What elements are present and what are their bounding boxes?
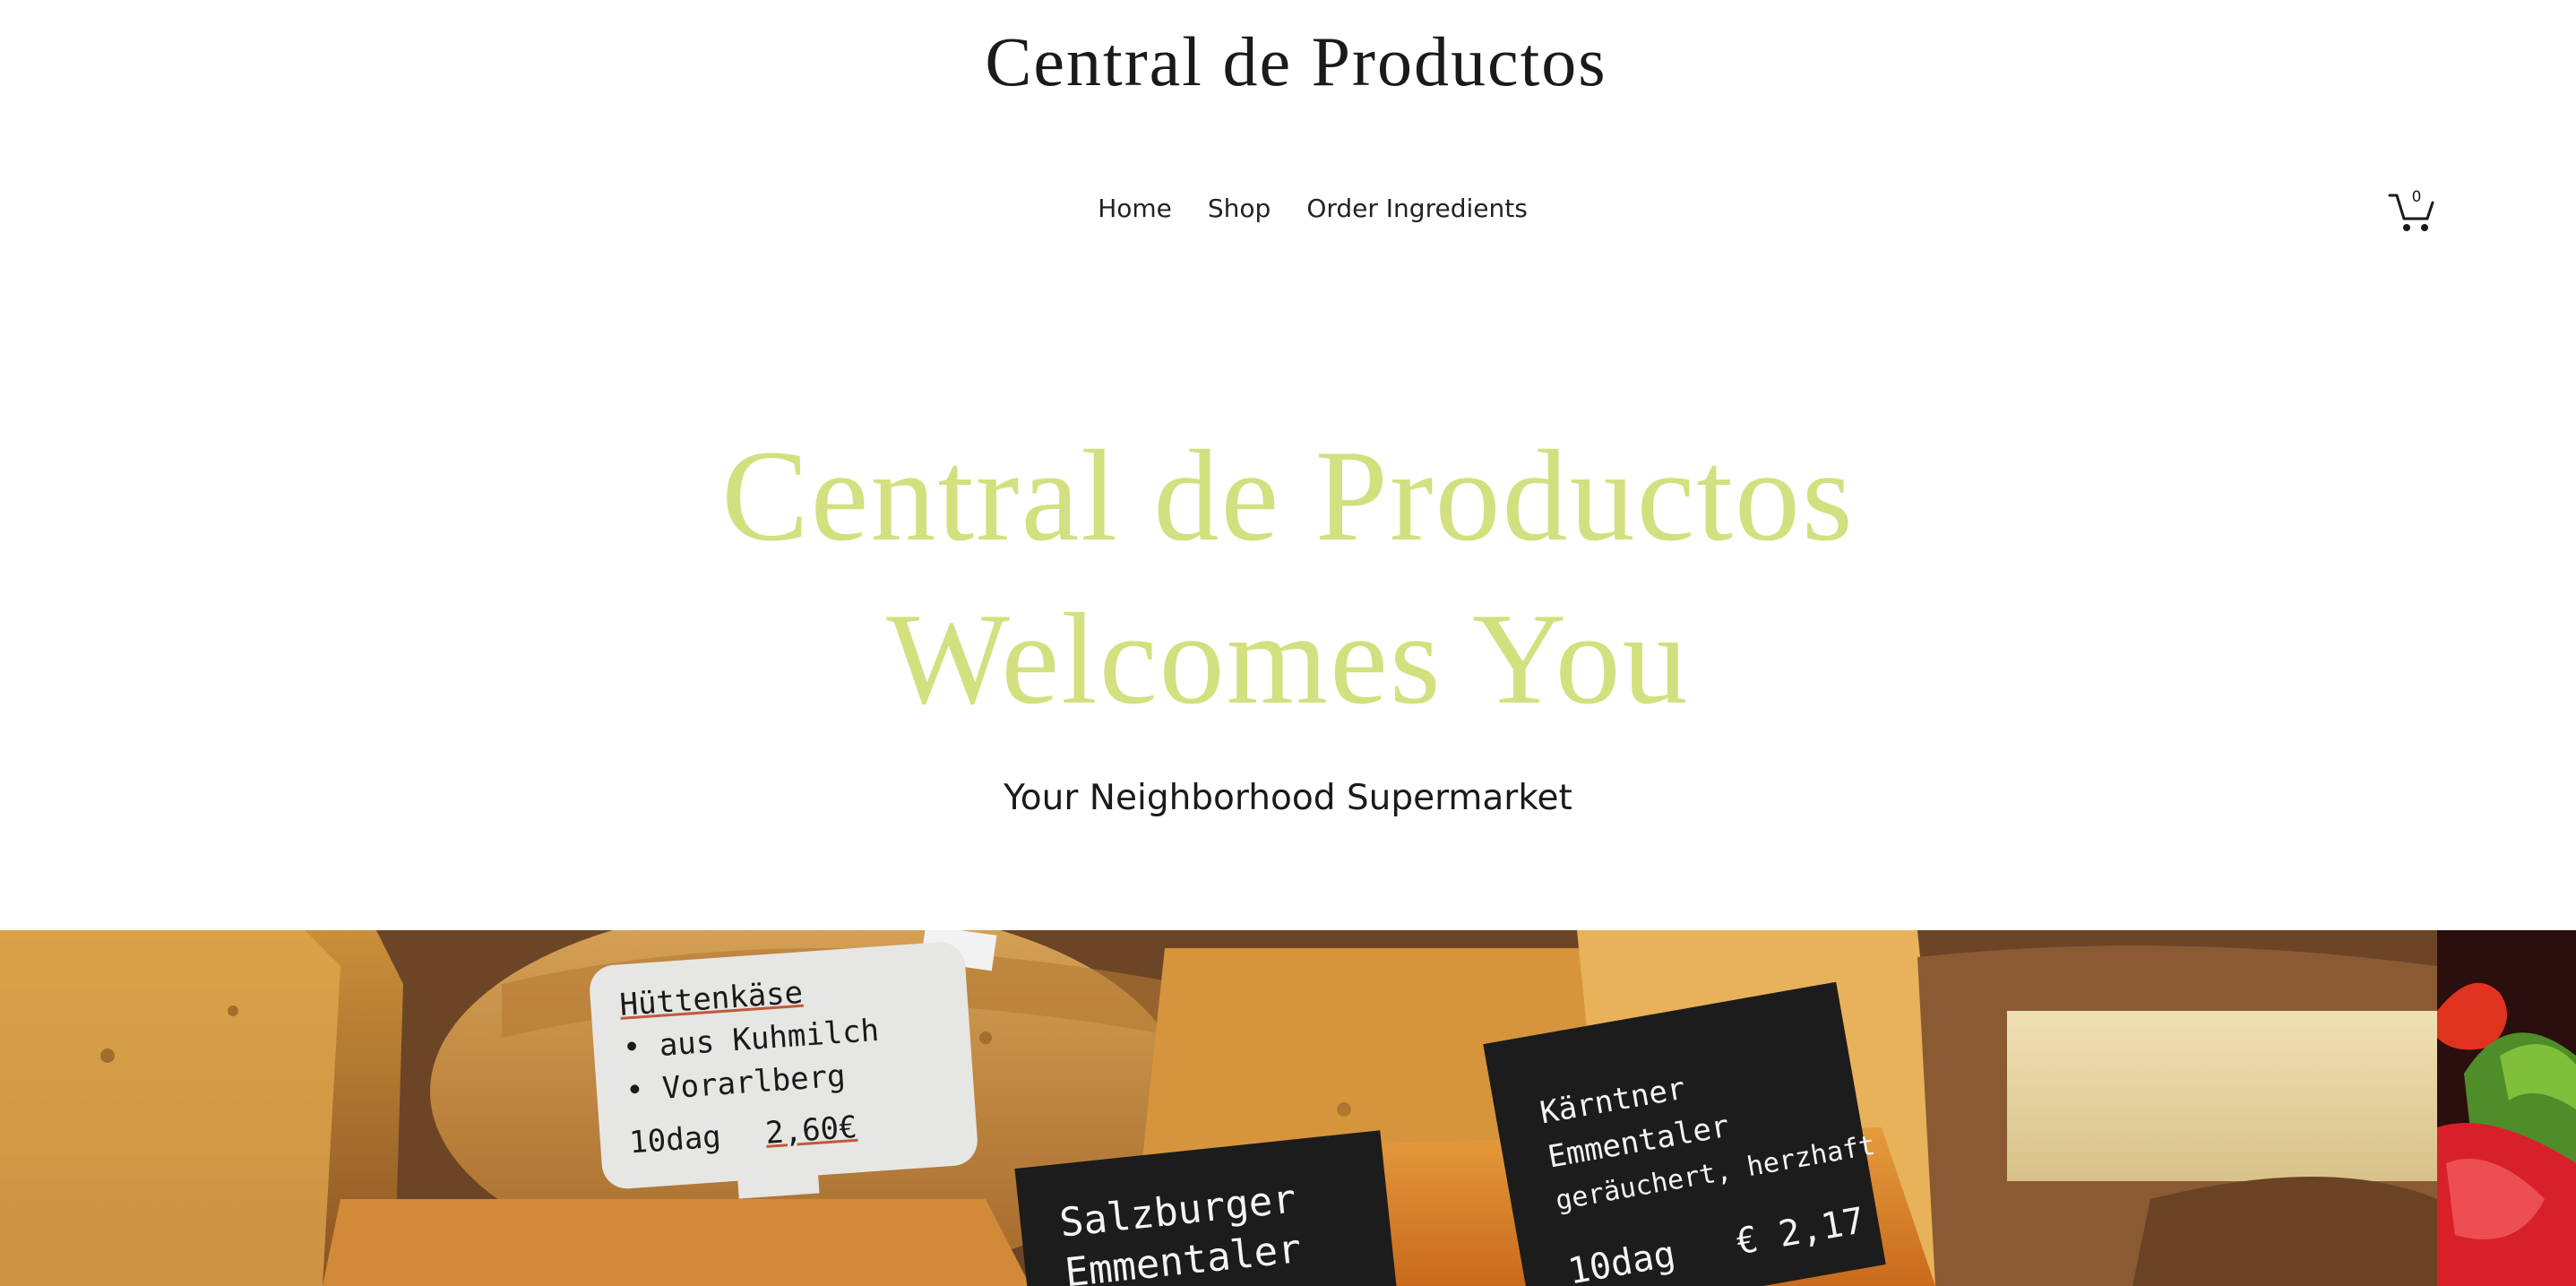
page: Central de Productos Home Shop Order Ing… xyxy=(0,0,2576,1286)
cart-button[interactable]: 0 xyxy=(2388,188,2436,235)
vegetables-photo xyxy=(2437,930,2576,1286)
sign1-text: Hüttenkäse • aus Kuhmilch • Vorarlberg 1… xyxy=(618,960,970,1164)
sign1-weight: 10dag xyxy=(628,1118,722,1161)
nav-item-shop[interactable]: Shop xyxy=(1208,194,1271,224)
gallery-image-cheese[interactable]: Hüttenkäse • aus Kuhmilch • Vorarlberg 1… xyxy=(0,930,2437,1286)
cart-count-badge: 0 xyxy=(2411,188,2422,206)
site-title[interactable]: Central de Productos xyxy=(0,27,2576,97)
hero-subheading: Your Neighborhood Supermarket xyxy=(1004,778,1572,818)
main-nav: Home Shop Order Ingredients xyxy=(0,194,2576,224)
gallery-image-next[interactable] xyxy=(2437,930,2576,1286)
hero-heading-line-2: Welcomes You xyxy=(886,586,1690,731)
sign1-price: 2,60€ xyxy=(764,1109,858,1152)
nav-item-order-ingredients[interactable]: Order Ingredients xyxy=(1306,194,1527,224)
hero-heading: Central de Productos Welcomes You xyxy=(0,414,2576,740)
nav-item-home[interactable]: Home xyxy=(1098,194,1172,224)
hero-heading-line-1: Central de Productos xyxy=(721,423,1855,568)
sign3-weight: 10dag xyxy=(1564,1233,1679,1286)
